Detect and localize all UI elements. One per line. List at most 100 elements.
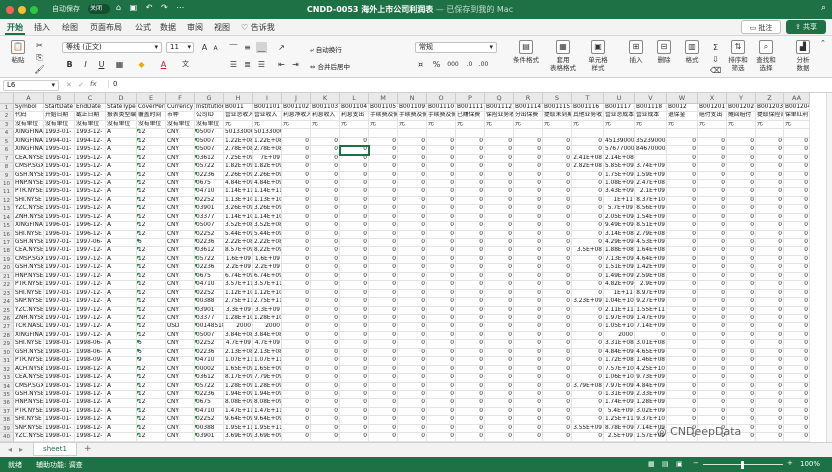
cell-K17[interactable]: 0 (311, 239, 340, 248)
cell-B33[interactable]: 1998-01- (44, 374, 75, 383)
cell-F28[interactable]: CNY (166, 331, 195, 341)
column-header-N[interactable]: N (398, 93, 427, 104)
column-header-R[interactable]: R (514, 93, 543, 104)
cell-Z33[interactable]: 0 (756, 374, 784, 383)
cell-O34[interactable]: 0 (427, 382, 456, 391)
cell-F20[interactable]: CNY (166, 264, 195, 273)
cell-Z7[interactable]: 0 (756, 154, 784, 164)
cell-X36[interactable]: 0 (698, 399, 727, 408)
cell-AA24[interactable]: 0 (784, 298, 810, 307)
cell-E34[interactable]: 12 (137, 382, 166, 391)
cell-W33[interactable]: 0 (667, 374, 698, 383)
cell-Y24[interactable]: 0 (727, 298, 756, 307)
share-button[interactable]: ⇪ 共享 (786, 20, 826, 34)
cell-C2[interactable]: 截止日期 (75, 112, 106, 121)
cell-E27[interactable]: 12 (137, 323, 166, 332)
cell-X15[interactable]: 0 (698, 222, 727, 231)
page-layout-view-icon[interactable]: ▤ (662, 460, 669, 468)
fx-icon[interactable]: fx (90, 80, 97, 88)
row-header[interactable]: 7 (0, 154, 14, 164)
cell-L35[interactable]: 0 (340, 390, 369, 400)
cell-O26[interactable]: 0 (427, 315, 456, 324)
cell-style-button[interactable]: ▣ 单元格 样式 (584, 40, 612, 72)
cell-I11[interactable]: 1.14E+11 (253, 188, 282, 197)
cell-U30[interactable]: 4.84E+09 (604, 348, 635, 358)
cell-G17[interactable]: 02236 (195, 239, 224, 248)
cell-AA38[interactable]: 0 (784, 416, 810, 425)
cell-X9[interactable]: 0 (698, 171, 727, 180)
cell-H19[interactable]: 1.6E+09 (224, 255, 253, 265)
cut-icon[interactable]: ✂ (34, 40, 45, 51)
cell-P38[interactable]: 0 (456, 416, 485, 425)
cell-K15[interactable]: 0 (311, 222, 340, 231)
cell-H34[interactable]: 1.28E+09 (224, 382, 253, 391)
cell-K9[interactable]: 0 (311, 171, 340, 180)
cell-W26[interactable]: 0 (667, 315, 698, 324)
cell-E28[interactable]: 12 (137, 331, 166, 341)
cell-R10[interactable]: 0 (514, 179, 543, 189)
cell-C17[interactable]: 1997-06- (75, 239, 106, 248)
cell-T3[interactable]: 元 (572, 120, 604, 130)
row-header[interactable]: 27 (0, 323, 14, 332)
row-header[interactable]: 39 (0, 424, 14, 434)
cell-L38[interactable]: 0 (340, 416, 369, 425)
cell-B10[interactable]: 1995-01- (44, 179, 75, 189)
cell-G20[interactable]: 02236 (195, 264, 224, 273)
cell-N28[interactable]: 0 (398, 331, 427, 341)
cell-D21[interactable]: A (106, 272, 137, 282)
cell-O16[interactable]: 0 (427, 230, 456, 240)
cell-G15[interactable]: 05007 (195, 222, 224, 231)
find-select-button[interactable]: ⌕ 查找和 选择 (754, 40, 778, 72)
cell-A14[interactable]: ZNH.NYSE (14, 213, 44, 223)
cell-D4[interactable]: A (106, 129, 137, 138)
sort-filter-button[interactable]: ⇅ 排序和 筛选 (726, 40, 750, 72)
bold-button[interactable]: B (64, 59, 75, 70)
cell-J24[interactable]: 0 (282, 298, 311, 307)
cell-A20[interactable]: GSH.NYSE (14, 264, 44, 273)
cell-K6[interactable]: 0 (311, 146, 340, 155)
cell-D33[interactable]: A (106, 374, 137, 383)
cell-B21[interactable]: 1997-01- (44, 272, 75, 282)
cell-C18[interactable]: 1997-12- (75, 247, 106, 256)
autosave-toggle[interactable]: 关闭 (88, 4, 110, 14)
cell-K21[interactable]: 0 (311, 272, 340, 282)
cell-F15[interactable]: CNY (166, 222, 195, 231)
cell-U25[interactable]: 2.11E+11 (604, 306, 635, 315)
cell-V24[interactable]: 9.27E+09 (635, 298, 667, 307)
cell-D24[interactable]: A (106, 298, 137, 307)
cell-Z29[interactable]: 0 (756, 340, 784, 349)
cell-E31[interactable]: 9 (137, 357, 166, 366)
cell-W21[interactable]: 0 (667, 272, 698, 282)
cell-Q13[interactable]: 0 (485, 205, 514, 214)
cell-Y22[interactable]: 0 (727, 281, 756, 290)
cell-D13[interactable]: A (106, 205, 137, 214)
row-header[interactable]: 9 (0, 171, 14, 180)
cell-X33[interactable]: 0 (698, 374, 727, 383)
cell-F8[interactable]: CNY (166, 163, 195, 172)
cell-D9[interactable]: A (106, 171, 137, 180)
cell-Q17[interactable]: 0 (485, 239, 514, 248)
cell-M17[interactable]: 0 (369, 239, 398, 248)
collapse-ribbon-icon[interactable]: ⌃ (820, 39, 826, 47)
cell-W19[interactable]: 0 (667, 255, 698, 265)
cell-P7[interactable]: 0 (456, 154, 485, 164)
cell-L4[interactable] (340, 129, 369, 138)
cell-Y20[interactable]: 0 (727, 264, 756, 273)
cell-AA14[interactable]: 0 (784, 213, 810, 223)
cell-B26[interactable]: 1997-01- (44, 315, 75, 324)
cell-C36[interactable]: 1998-12- (75, 399, 106, 408)
row-header[interactable]: 38 (0, 416, 14, 425)
cell-X21[interactable]: 0 (698, 272, 727, 282)
cell-I28[interactable]: 3.84E+08 (253, 331, 282, 341)
fill-color-icon[interactable]: ◆ (136, 59, 147, 70)
cell-Q20[interactable]: 0 (485, 264, 514, 273)
cell-X12[interactable]: 0 (698, 196, 727, 206)
cell-P11[interactable]: 0 (456, 188, 485, 197)
cell-H20[interactable]: 2.2E+09 (224, 264, 253, 273)
cell-O5[interactable]: 0 (427, 137, 456, 147)
cell-W11[interactable]: 0 (667, 188, 698, 197)
cell-B16[interactable]: 1996-01- (44, 230, 75, 240)
cell-B32[interactable]: 1998-01- (44, 365, 75, 375)
row-header[interactable]: 8 (0, 163, 14, 172)
cell-K26[interactable]: 0 (311, 315, 340, 324)
